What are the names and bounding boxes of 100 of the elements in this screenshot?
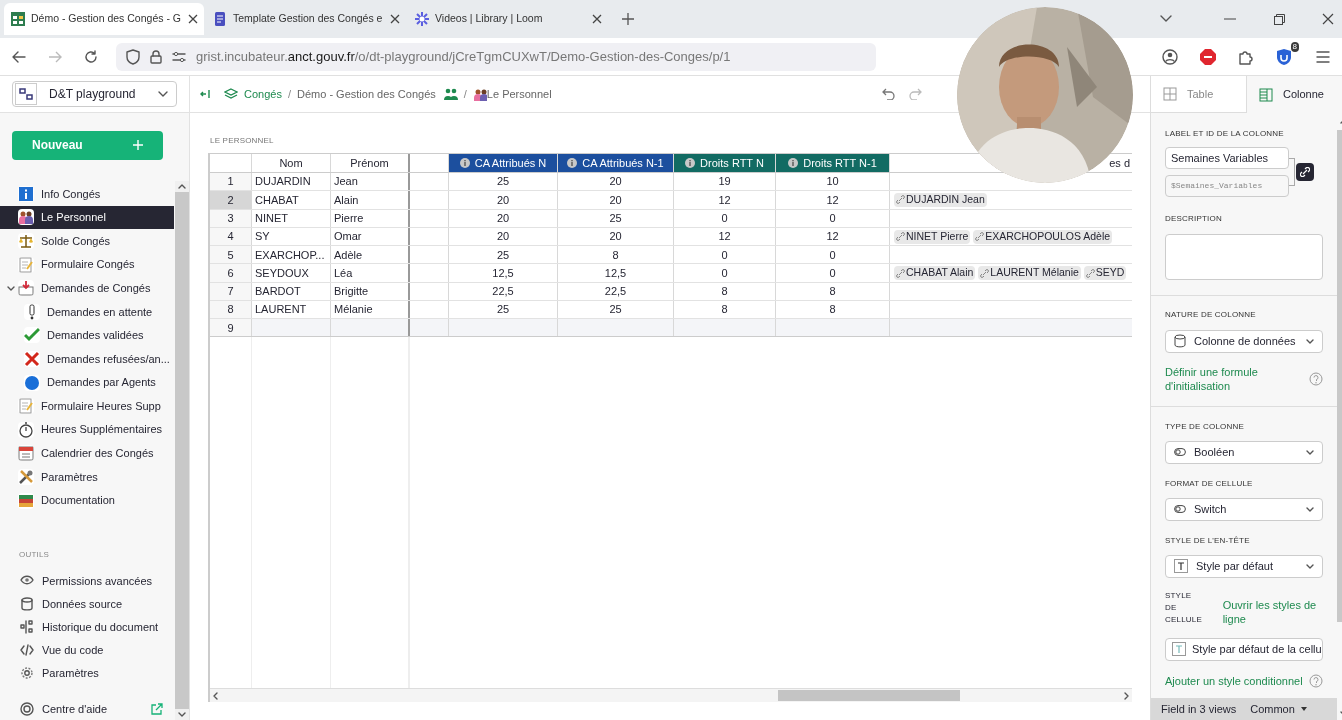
browser-tab[interactable]: Template Gestion des Congés e [206, 3, 406, 35]
page-item[interactable]: Demandes de Congés [0, 276, 174, 300]
table-cell[interactable]: 12,5 [449, 264, 558, 282]
page-title[interactable]: Le Personnel [486, 85, 552, 103]
dropdown[interactable]: Switch [1165, 497, 1323, 521]
page-item[interactable]: Demandes par Agents [0, 370, 174, 395]
column-header[interactable]: Nom [252, 154, 331, 172]
cell-style-field[interactable]: Style par défaut de la cellu [1165, 637, 1323, 661]
table-cell[interactable]: CHABAT [252, 191, 331, 209]
page-item[interactable]: Demandes en attente [0, 299, 174, 324]
table-cell[interactable]: 19 [674, 173, 776, 191]
page-item[interactable]: Demandes refusées/an... [0, 347, 174, 371]
table-cell[interactable]: NINET [252, 209, 331, 227]
layers-icon[interactable] [224, 88, 238, 100]
table-cell[interactable]: 10 [776, 173, 890, 191]
column-header[interactable]: CA Attribués N [449, 154, 558, 172]
table-cell[interactable]: SEYDOUX [252, 264, 331, 282]
close-icon[interactable] [390, 14, 400, 24]
row-number[interactable]: 8 [210, 301, 252, 319]
stop-sign-icon[interactable] [1200, 48, 1216, 65]
column-header[interactable]: Droits RTT N [674, 154, 776, 172]
tool-item[interactable]: Données source [0, 592, 175, 616]
mode-dropdown[interactable]: Common [1250, 700, 1307, 718]
table-cell[interactable]: 12 [674, 227, 776, 246]
table-cell[interactable]: SY [252, 227, 331, 246]
table-cell[interactable]: 25 [558, 301, 674, 319]
id-field[interactable]: $Semaines_Variables [1165, 175, 1289, 197]
dropdown[interactable]: Booléen [1165, 440, 1323, 464]
table-cell[interactable]: 12 [776, 227, 890, 246]
row-styles-link[interactable]: Ouvrir les styles de ligne [1222, 597, 1323, 626]
table-cell[interactable]: 8 [674, 301, 776, 319]
new-tab-icon[interactable] [622, 13, 634, 25]
column-header[interactable]: Prénom [331, 154, 410, 172]
breadcrumb-link[interactable]: Congés [244, 85, 282, 103]
table-cell[interactable]: Adèle [331, 246, 410, 264]
table-cell[interactable]: 0 [674, 264, 776, 282]
tool-item[interactable]: Paramètres [0, 661, 175, 685]
table-cell[interactable]: 8 [776, 282, 890, 301]
close-icon[interactable] [592, 14, 602, 24]
dropdown[interactable]: Colonne de données [1165, 329, 1323, 353]
table-cell[interactable]: 0 [674, 209, 776, 227]
page-item[interactable]: Documentation [0, 488, 174, 513]
table-cell[interactable]: LAURENT [252, 301, 331, 319]
table-cell[interactable]: 8 [674, 282, 776, 301]
column-header[interactable]: Droits RTT N-1 [776, 154, 890, 172]
table-cell[interactable]: 0 [776, 246, 890, 264]
conditional-style-link[interactable]: Ajouter un style conditionnel [1165, 672, 1303, 690]
browser-tab[interactable]: Démo - Gestion des Congés - G [4, 3, 204, 35]
page-item[interactable]: Formulaire Congés [0, 252, 174, 277]
document-title[interactable]: Démo - Gestion des Congés [297, 85, 436, 103]
table-cell[interactable]: Léa [331, 264, 410, 282]
formula-link[interactable]: Définir une formule d'initialisation [1165, 364, 1309, 393]
puzzle-icon[interactable] [1238, 48, 1254, 65]
table-cell[interactable]: 8 [776, 301, 890, 319]
table-cell[interactable]: 22,5 [449, 282, 558, 301]
table-cell[interactable]: Jean [331, 173, 410, 191]
description-field[interactable] [1165, 234, 1323, 280]
table-cell[interactable]: DUJARDIN [252, 173, 331, 191]
table-cell[interactable]: EXARCHOP... [252, 246, 331, 264]
back-icon[interactable] [12, 50, 26, 63]
page-item[interactable]: Demandes validées [0, 323, 174, 348]
table-cell[interactable]: 12,5 [558, 264, 674, 282]
row-number[interactable]: 5 [210, 246, 252, 264]
row-number[interactable]: 2 [210, 191, 252, 209]
page-item[interactable]: Calendrier des Congés [0, 441, 174, 466]
table-cell[interactable]: 25 [449, 173, 558, 191]
table-cell[interactable]: 8 [558, 246, 674, 264]
menu-icon[interactable] [1316, 50, 1330, 63]
workspace-selector[interactable]: D&T playground [12, 81, 177, 107]
column-header[interactable]: es d [1109, 154, 1130, 172]
dropdown[interactable]: Style par défaut [1165, 554, 1323, 578]
table-cell[interactable]: BARDOT [252, 282, 331, 301]
tool-item[interactable]: Historique du document [0, 615, 175, 639]
panel-tab[interactable]: Table [1151, 76, 1247, 113]
table-cell[interactable]: 0 [674, 246, 776, 264]
table-cell[interactable]: 0 [776, 264, 890, 282]
reload-icon[interactable] [84, 49, 98, 64]
table-cell[interactable]: 0 [776, 209, 890, 227]
column-header[interactable]: CA Attribués N-1 [558, 154, 674, 172]
table-cell[interactable]: 12 [674, 191, 776, 209]
row-number[interactable]: 6 [210, 264, 252, 282]
address-field[interactable]: grist.incubateur.anct.gouv.fr/o/dt-playground/jCreTgmCUXwT/Demo-Gestion-des-Conges/p/1 [116, 42, 876, 71]
close-icon[interactable] [188, 14, 198, 24]
table-cell[interactable]: 20 [558, 191, 674, 209]
tool-item[interactable]: Permissions avancées [0, 569, 175, 593]
close-icon[interactable] [1322, 13, 1334, 25]
browser-tab[interactable]: Videos | Library | Loom [408, 3, 608, 35]
shield-icon[interactable] [1276, 47, 1292, 66]
page-item[interactable]: Info Congés [0, 182, 174, 206]
page-item[interactable]: Formulaire Heures Supp [0, 394, 174, 418]
table-cell[interactable]: 20 [449, 191, 558, 209]
table-cell[interactable]: 25 [558, 209, 674, 227]
link-button[interactable] [1296, 163, 1314, 181]
tool-item[interactable]: Vue du code [0, 638, 175, 662]
table-cell[interactable]: 20 [558, 227, 674, 246]
account-icon[interactable] [1162, 48, 1178, 65]
table-cell[interactable]: 25 [449, 301, 558, 319]
table-cell[interactable]: 20 [449, 209, 558, 227]
table-cell[interactable]: Brigitte [331, 282, 410, 301]
table-cell[interactable]: 22,5 [558, 282, 674, 301]
